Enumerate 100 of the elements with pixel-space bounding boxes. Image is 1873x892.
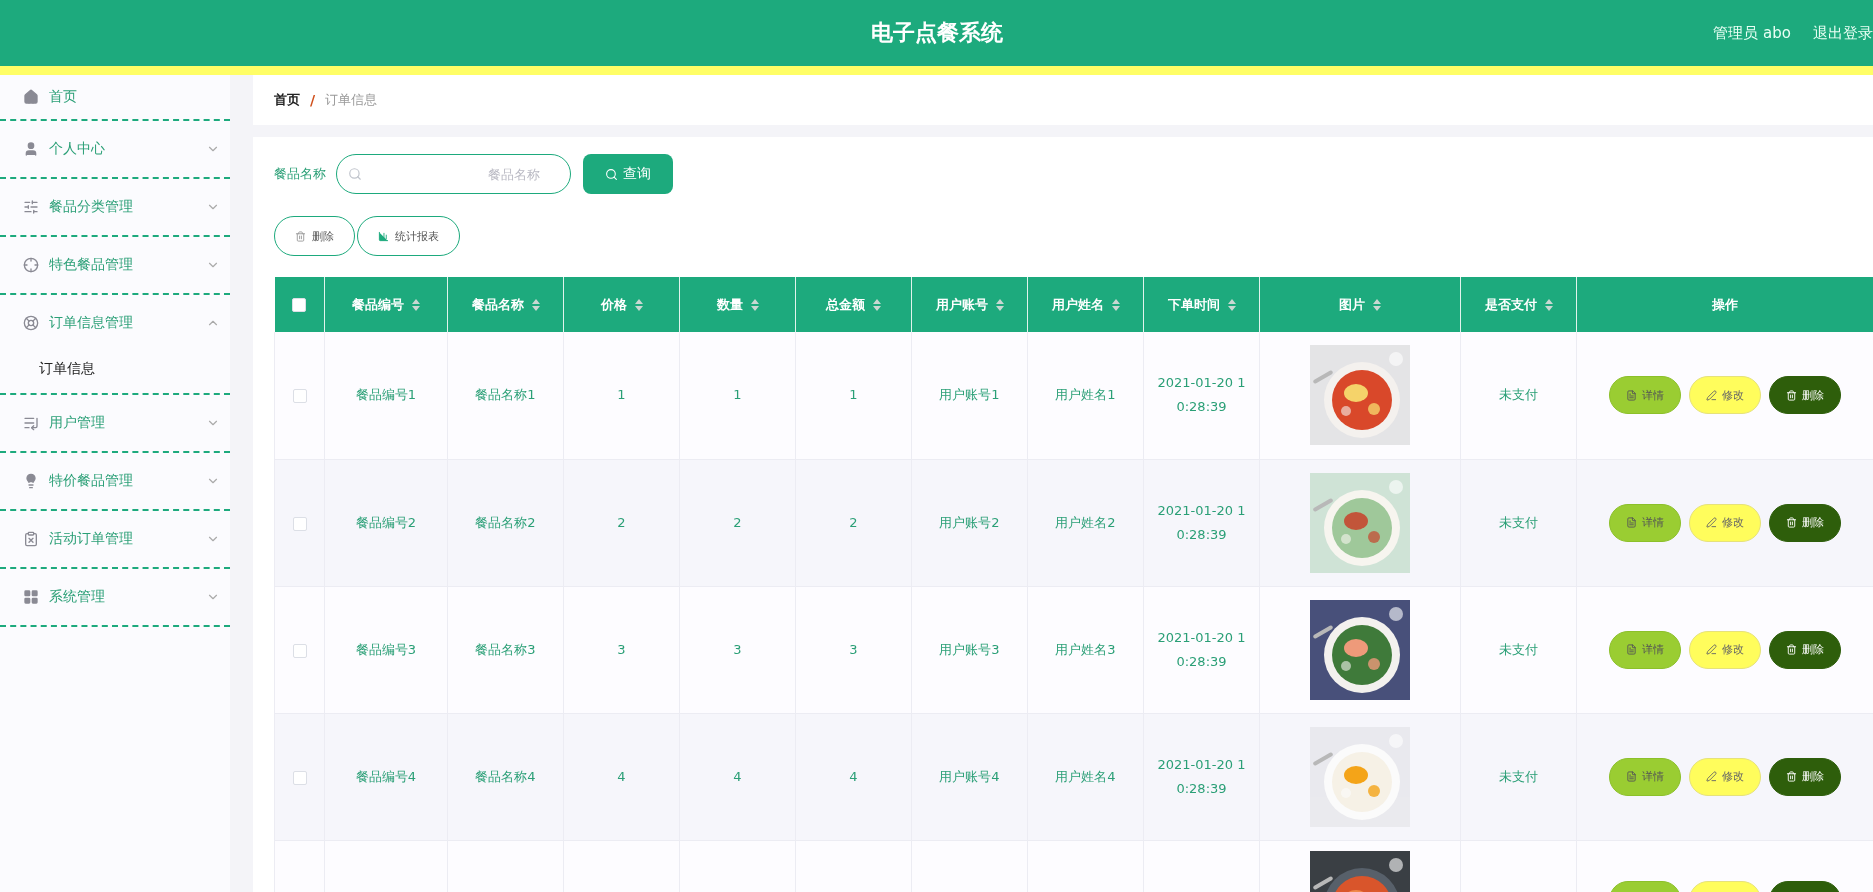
breadcrumb-item: 订单信息 bbox=[325, 91, 378, 109]
column-header[interactable]: 价格 bbox=[600, 295, 627, 314]
column-header[interactable]: 下单时间 bbox=[1167, 295, 1220, 314]
edit-button[interactable]: 修改 bbox=[1689, 630, 1761, 669]
sort-icon[interactable] bbox=[1373, 298, 1381, 311]
delete-button[interactable]: 删除 bbox=[274, 216, 355, 256]
sidebar-item[interactable]: 系统管理 bbox=[0, 569, 230, 625]
edit-button[interactable]: 修改 bbox=[1689, 757, 1761, 796]
trash-icon bbox=[1786, 517, 1797, 528]
table-cell-text: 2 bbox=[733, 513, 742, 532]
search-label: 餐品名称 bbox=[274, 165, 326, 183]
row-checkbox[interactable] bbox=[292, 770, 307, 785]
row-checkbox[interactable] bbox=[292, 643, 307, 658]
sidebar-item[interactable]: 特色餐品管理 bbox=[0, 237, 230, 293]
sliders-icon bbox=[23, 199, 39, 215]
table-cell-text: 4 bbox=[733, 767, 742, 786]
home-icon bbox=[23, 89, 39, 105]
user-name: 管理员 abo bbox=[1713, 23, 1791, 43]
document-icon bbox=[1626, 517, 1637, 528]
column-header[interactable]: 用户姓名 bbox=[1051, 295, 1104, 314]
sort-icon[interactable] bbox=[1544, 298, 1553, 311]
list-icon bbox=[23, 415, 39, 431]
sort-icon[interactable] bbox=[412, 298, 420, 311]
table-cell-text: 用户姓名3 bbox=[1055, 640, 1116, 659]
row-checkbox[interactable] bbox=[292, 389, 307, 404]
trash-icon bbox=[295, 230, 306, 242]
select-all-checkbox[interactable] bbox=[292, 298, 307, 313]
detail-button[interactable]: 详情 bbox=[1609, 503, 1681, 542]
bar-chart-icon bbox=[378, 230, 389, 242]
table-cell-text: 用户账号2 bbox=[939, 513, 1000, 532]
sort-icon[interactable] bbox=[1227, 298, 1236, 311]
column-header[interactable]: 是否支付 bbox=[1484, 295, 1537, 314]
trash-icon bbox=[1786, 771, 1797, 782]
table-cell-text: 2021-01-20 10:28:39 bbox=[1156, 755, 1247, 798]
search-field[interactable]: 餐品名称 bbox=[336, 154, 571, 194]
column-header[interactable]: 餐品名称 bbox=[471, 295, 524, 314]
table-cell-text: 用户姓名2 bbox=[1055, 513, 1116, 532]
table-cell-text: 餐品编号3 bbox=[355, 640, 417, 659]
detail-button[interactable]: 详情 bbox=[1609, 757, 1681, 796]
edit-button[interactable]: 修改 bbox=[1689, 503, 1761, 542]
sidebar-item[interactable]: 首页 bbox=[0, 75, 230, 119]
detail-button[interactable]: 详情 bbox=[1609, 630, 1681, 669]
pencil-icon bbox=[1706, 644, 1717, 655]
detail-button[interactable]: 详情 bbox=[1609, 376, 1681, 415]
table-cell-text: 3 bbox=[733, 640, 742, 659]
breadcrumb-item[interactable]: 首页 bbox=[274, 91, 300, 109]
table-cell-text: 餐品编号4 bbox=[355, 767, 417, 786]
person-icon bbox=[23, 141, 39, 157]
column-header[interactable]: 用户账号 bbox=[935, 295, 988, 314]
row-checkbox[interactable] bbox=[292, 516, 307, 531]
column-header[interactable]: 餐品编号 bbox=[352, 295, 404, 314]
sidebar-item[interactable]: 用户管理 bbox=[0, 395, 230, 451]
pencil-icon bbox=[1706, 771, 1717, 782]
delete-button[interactable]: 删除 bbox=[1769, 503, 1841, 542]
table-cell-text: 2021-01-20 10:28:39 bbox=[1156, 628, 1247, 671]
pencil-icon bbox=[1706, 389, 1717, 401]
sort-icon[interactable] bbox=[873, 298, 881, 311]
document-icon bbox=[1626, 771, 1637, 782]
sort-icon[interactable] bbox=[634, 298, 643, 311]
sort-icon[interactable] bbox=[995, 298, 1004, 311]
delete-button[interactable]: 删除 bbox=[1769, 757, 1841, 796]
logout-link[interactable]: 退出登录 bbox=[1813, 23, 1873, 43]
table-cell-text: 4 bbox=[849, 767, 858, 786]
payment-status: 未支付 bbox=[1499, 640, 1538, 659]
clipboard-icon bbox=[23, 531, 39, 547]
column-header[interactable]: 数量 bbox=[716, 295, 743, 314]
pencil-icon bbox=[1706, 517, 1717, 528]
table-cell-text: 2021-01-20 10:28:39 bbox=[1156, 501, 1247, 544]
column-header[interactable]: 图片 bbox=[1339, 295, 1365, 314]
search-button[interactable]: 查询 bbox=[583, 154, 673, 194]
lightbulb-icon bbox=[23, 473, 39, 489]
lifebuoy-icon bbox=[23, 315, 39, 331]
sidebar-item[interactable]: 特价餐品管理 bbox=[0, 453, 230, 509]
sort-icon[interactable] bbox=[1111, 298, 1120, 311]
sidebar-item[interactable]: 个人中心 bbox=[0, 121, 230, 177]
table-cell-text: 餐品名称3 bbox=[475, 640, 536, 659]
sidebar-item[interactable]: 餐品分类管理 bbox=[0, 179, 230, 235]
column-header[interactable]: 总金额 bbox=[826, 295, 865, 314]
table-cell-text: 餐品名称1 bbox=[475, 386, 536, 405]
table-cell-text: 4 bbox=[617, 767, 626, 786]
sidebar-item[interactable]: 活动订单管理 bbox=[0, 511, 230, 567]
table-cell-text: 2 bbox=[849, 513, 858, 532]
delete-button[interactable]: 删除 bbox=[1769, 376, 1841, 415]
sort-icon[interactable] bbox=[531, 298, 540, 311]
search-icon bbox=[605, 167, 618, 181]
trash-icon bbox=[1786, 389, 1797, 401]
table-cell-text: 用户账号4 bbox=[939, 767, 1000, 786]
table-cell-text: 2 bbox=[617, 513, 626, 532]
table-cell-text: 1 bbox=[733, 386, 742, 405]
edit-button[interactable]: 修改 bbox=[1689, 376, 1761, 415]
search-icon bbox=[348, 167, 362, 181]
table-cell-text: 用户姓名1 bbox=[1055, 386, 1116, 405]
column-header: 操作 bbox=[1712, 295, 1738, 314]
grid-icon bbox=[23, 589, 39, 605]
delete-button[interactable]: 删除 bbox=[1769, 630, 1841, 669]
table-cell-text: 餐品编号1 bbox=[355, 386, 417, 405]
document-icon bbox=[1626, 389, 1637, 401]
report-button[interactable]: 统计报表 bbox=[357, 216, 460, 256]
sort-icon[interactable] bbox=[750, 298, 759, 311]
breadcrumb-separator: / bbox=[310, 92, 316, 108]
